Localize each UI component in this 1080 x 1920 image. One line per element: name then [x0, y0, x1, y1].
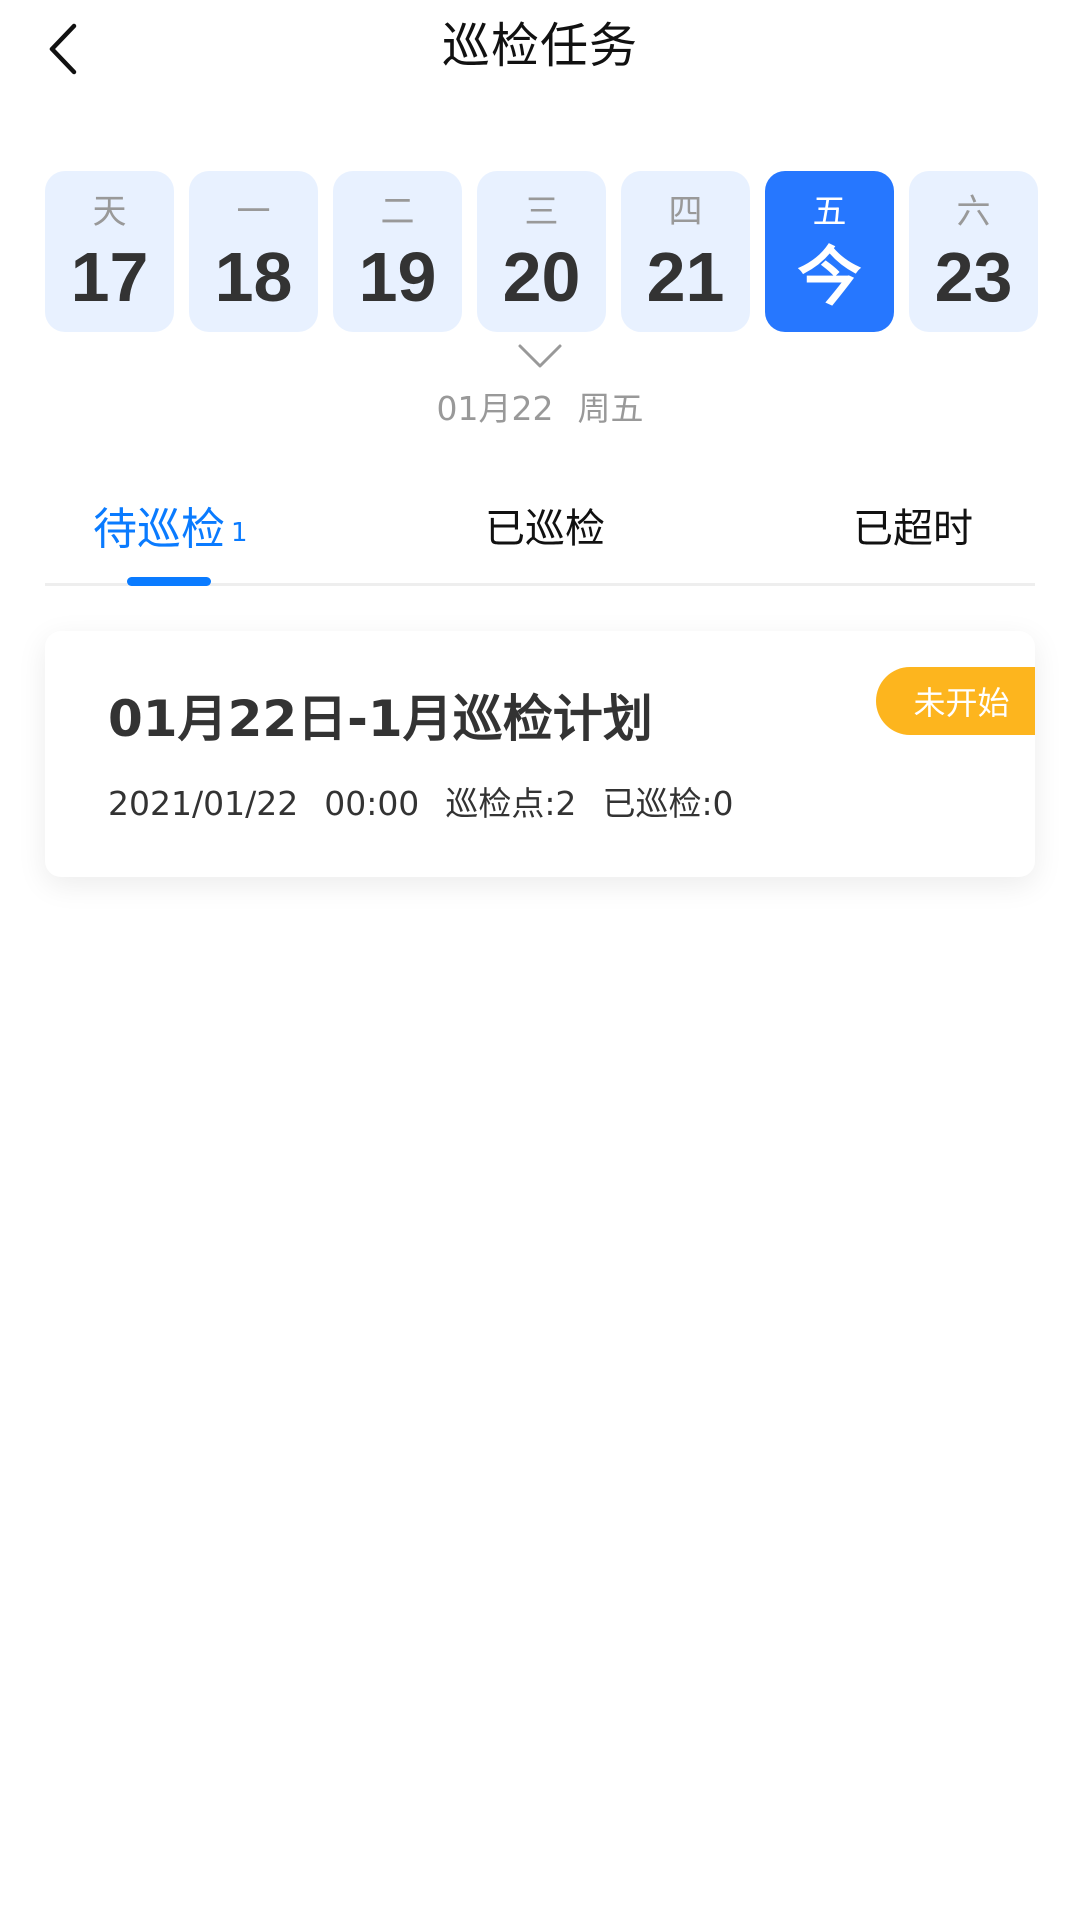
day-number: 18	[214, 238, 293, 316]
task-time: 00:00	[324, 784, 420, 823]
tab-pending[interactable]: 待巡检 1	[93, 490, 248, 560]
chevron-down-icon	[518, 344, 562, 368]
day-sunday[interactable]: 天 17	[45, 171, 174, 332]
day-monday[interactable]: 一 18	[189, 171, 318, 332]
day-saturday[interactable]: 六 23	[909, 171, 1038, 332]
selected-weekday: 周五	[577, 389, 644, 428]
today-label: 今	[797, 241, 862, 313]
selected-date: 01月22 周五	[0, 388, 1080, 430]
weekday-label: 六	[956, 192, 991, 232]
tab-count-badge: 1	[231, 518, 248, 548]
weekday-label: 一	[236, 192, 271, 232]
day-number: 17	[70, 238, 149, 316]
weekday-label: 三	[524, 192, 559, 232]
tab-inspected[interactable]: 已巡检	[485, 490, 605, 560]
weekday-label: 天	[92, 192, 127, 232]
week-date-strip: 天 17 一 18 二 19 三 20 四 21 五 今 六 23	[45, 171, 1038, 332]
task-title: 01月22日-1月巡检计划	[108, 690, 653, 748]
day-number: 21	[646, 238, 725, 316]
tab-label: 已超时	[853, 506, 973, 552]
day-friday-today[interactable]: 五 今	[765, 171, 894, 332]
active-tab-indicator	[127, 577, 211, 586]
tab-label: 待巡检	[93, 504, 225, 555]
task-points: 巡检点:2	[445, 784, 577, 823]
weekday-label: 四	[668, 192, 703, 232]
page-title: 巡检任务	[441, 18, 638, 74]
day-tuesday[interactable]: 二 19	[333, 171, 462, 332]
day-number: 20	[502, 238, 581, 316]
status-tabs: 待巡检 1 已巡检 已超时	[45, 490, 1035, 586]
day-thursday[interactable]: 四 21	[621, 171, 750, 332]
tab-label: 已巡检	[485, 506, 605, 552]
day-number: 23	[934, 238, 1013, 316]
task-card[interactable]: 01月22日-1月巡检计划 2021/01/22 00:00 巡检点:2 已巡检:0 …	[45, 631, 1035, 877]
task-inspected-count: 已巡检:0	[602, 784, 734, 823]
status-badge: 未开始	[876, 667, 1035, 735]
task-meta: 2021/01/22 00:00 巡检点:2 已巡检:0	[108, 783, 760, 825]
selected-date-value: 01月22	[436, 389, 554, 428]
task-date: 2021/01/22	[108, 784, 299, 823]
expand-calendar-button[interactable]	[516, 340, 564, 372]
tab-overdue[interactable]: 已超时	[853, 490, 973, 560]
weekday-label: 五	[812, 192, 847, 232]
day-wednesday[interactable]: 三 20	[477, 171, 606, 332]
weekday-label: 二	[380, 192, 415, 232]
header: 巡检任务	[0, 0, 1080, 100]
day-number: 19	[358, 238, 437, 316]
